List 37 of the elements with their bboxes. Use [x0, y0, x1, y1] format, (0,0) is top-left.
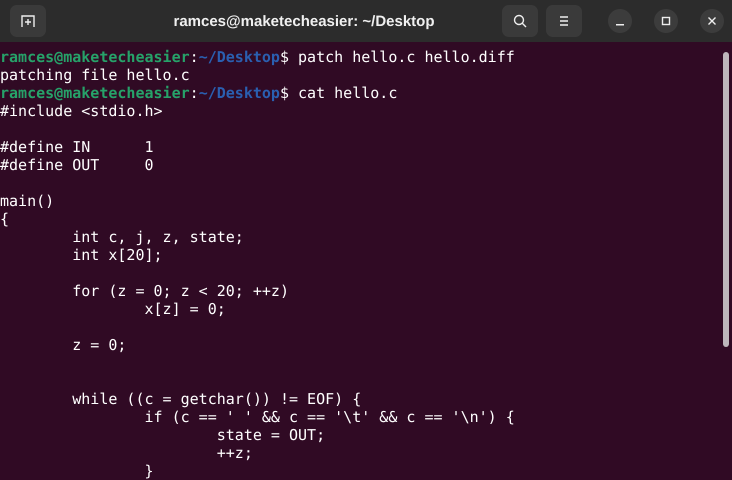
new-tab-icon [20, 13, 36, 29]
maximize-button[interactable] [654, 9, 678, 33]
output-line: x[z] = 0; [143, 300, 226, 318]
output-line: #define OUT 0 [0, 156, 154, 174]
prompt-separator: : [190, 48, 199, 66]
output-line: { [0, 210, 10, 228]
output-line: z = 0; [71, 336, 126, 354]
minimize-icon [616, 24, 624, 26]
output-line: #define IN 1 [0, 138, 154, 156]
output-line: #include <stdio.h> [0, 102, 163, 120]
prompt-symbol: $ [280, 48, 289, 66]
output-line: if (c == ' ' && c == '\t' && c == '\n') { [143, 408, 515, 426]
output-line: int c, j, z, state; [71, 228, 244, 246]
new-tab-button[interactable] [10, 5, 46, 37]
output-line: main() [0, 192, 54, 210]
window-title: ramces@maketecheasier: ~/Desktop [172, 12, 436, 30]
output-line: for (z = 0; z < 20; ++z) [71, 282, 289, 300]
search-icon [512, 13, 528, 29]
output-line: state = OUT; [216, 426, 326, 444]
search-button[interactable] [502, 5, 538, 37]
output-line: int x[20]; [71, 246, 163, 264]
menu-button[interactable] [546, 5, 582, 37]
output-line: while ((c = getchar()) != EOF) { [71, 390, 362, 408]
command-text: cat hello.c [297, 84, 398, 102]
prompt-symbol: $ [280, 84, 289, 102]
prompt-path: ~/Desktop [198, 84, 280, 102]
prompt-user: ramces@maketecheasier [0, 48, 190, 66]
close-button[interactable] [700, 9, 724, 33]
minimize-button[interactable] [608, 9, 632, 33]
prompt-user: ramces@maketecheasier [0, 84, 190, 102]
prompt-path: ~/Desktop [198, 48, 280, 66]
scrollbar[interactable] [723, 52, 729, 347]
output-line: ++z; [216, 444, 253, 462]
output-line: patching file hello.c [0, 66, 190, 84]
prompt-separator: : [190, 84, 199, 102]
output-line: } [143, 462, 154, 480]
command-text: patch hello.c hello.diff [297, 48, 515, 66]
